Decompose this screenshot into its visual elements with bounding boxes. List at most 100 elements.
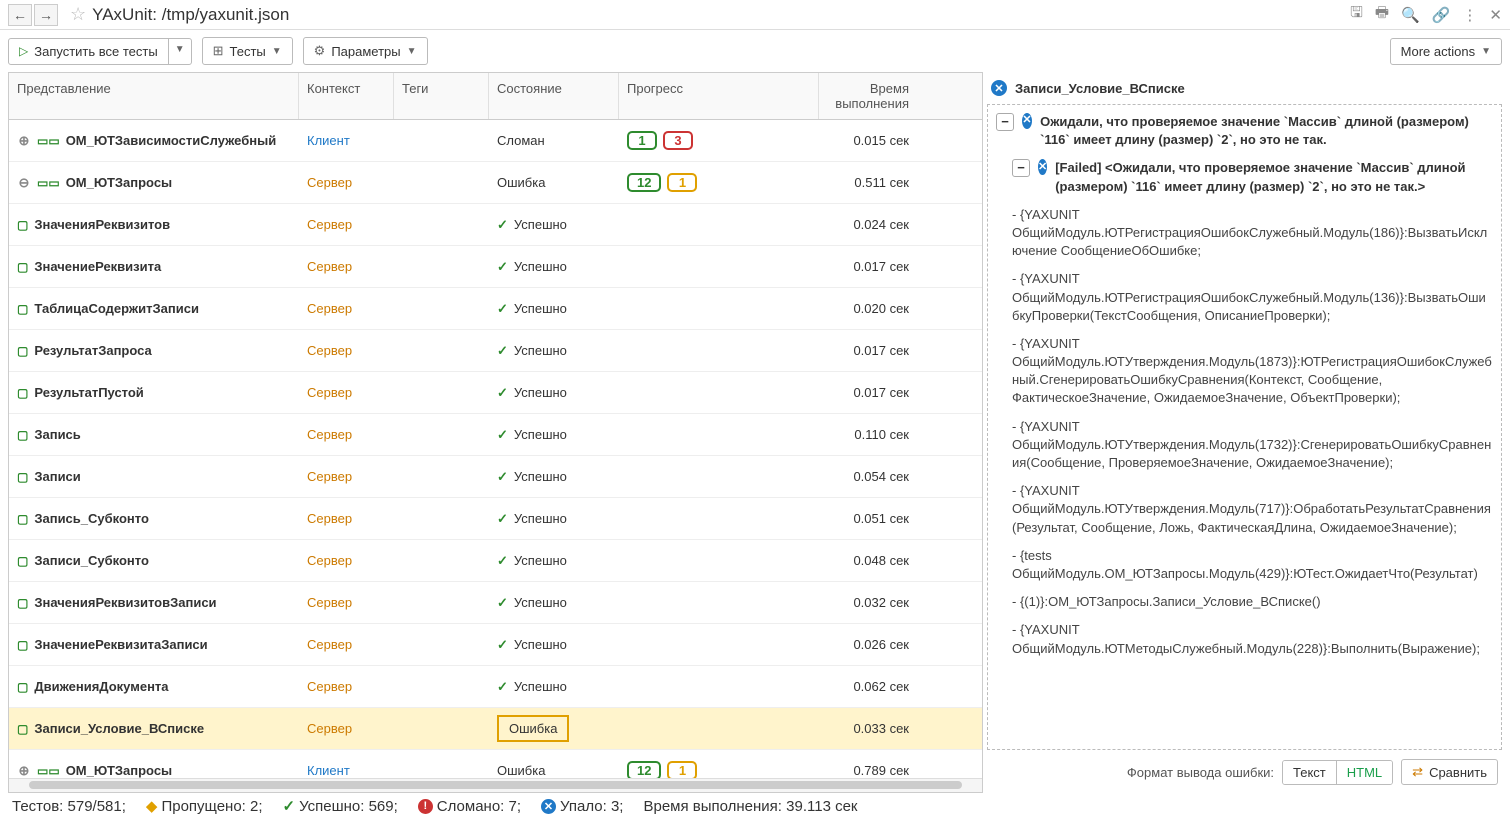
- table-row[interactable]: ▢РезультатПустойСервер✓Успешно0.017 сек: [9, 372, 982, 414]
- more-actions-button[interactable]: More actions ▼: [1391, 39, 1501, 64]
- row-context: Сервер: [299, 721, 394, 736]
- nav-forward-button[interactable]: →: [34, 4, 58, 26]
- params-button[interactable]: ⚙ Параметры ▼: [304, 38, 427, 64]
- check-icon: ✓: [497, 637, 508, 653]
- link-icon[interactable]: 🔗: [1432, 6, 1451, 24]
- expand-icon[interactable]: ⊕: [17, 133, 31, 149]
- detail-title: Записи_Условие_ВСписке: [1015, 81, 1185, 96]
- row-name: ОМ_ЮТЗапросы: [66, 175, 172, 190]
- favorite-icon[interactable]: ☆: [70, 4, 86, 25]
- col-progress[interactable]: Прогресс: [619, 73, 819, 119]
- table-row[interactable]: ▢ЗначенияРеквизитовСервер✓Успешно0.024 с…: [9, 204, 982, 246]
- save-icon[interactable]: 🖫: [1350, 2, 1363, 27]
- col-context[interactable]: Контекст: [299, 73, 394, 119]
- row-context: Сервер: [299, 175, 394, 190]
- table-row[interactable]: ▢ЗначениеРеквизитаЗаписиСервер✓Успешно0.…: [9, 624, 982, 666]
- row-state: ✓Успешно: [489, 637, 619, 653]
- table-body: ⊕▭▭ОМ_ЮТЗависимостиСлужебныйКлиентСломан…: [9, 120, 982, 778]
- play-icon: ▷: [19, 44, 28, 58]
- leaf-icon: ▢: [17, 218, 28, 232]
- row-name: ДвиженияДокумента: [34, 679, 168, 694]
- format-html-button[interactable]: HTML: [1336, 761, 1392, 784]
- row-progress: 121: [619, 761, 819, 778]
- row-state: ✓Успешно: [489, 343, 619, 359]
- row-time: 0.062 сек: [819, 679, 939, 694]
- horizontal-scrollbar[interactable]: [9, 778, 982, 792]
- progress-badge: 1: [667, 761, 697, 778]
- table-row[interactable]: ▢Запись_СубконтоСервер✓Успешно0.051 сек: [9, 498, 982, 540]
- row-name: ТаблицаСодержитЗаписи: [34, 301, 199, 316]
- row-name: РезультатЗапроса: [34, 343, 151, 358]
- row-context: Сервер: [299, 301, 394, 316]
- compare-button[interactable]: ⇄ Сравнить: [1401, 759, 1498, 785]
- tests-group: ⊞ Тесты ▼: [202, 37, 293, 65]
- row-state: ✓Успешно: [489, 469, 619, 485]
- collapse-button[interactable]: −: [1012, 159, 1030, 177]
- collapse-button[interactable]: −: [996, 113, 1014, 131]
- check-icon: ✓: [497, 679, 508, 695]
- print-icon[interactable]: 🖶: [1375, 2, 1389, 27]
- gear-icon: ⚙: [314, 43, 326, 59]
- detail-body: − ✕ Ожидали, что проверяемое значение `М…: [987, 104, 1502, 750]
- table-row[interactable]: ▢Записи_Условие_ВСпискеСерверОшибка0.033…: [9, 708, 982, 750]
- check-icon: ✓: [497, 259, 508, 275]
- run-all-button[interactable]: ▷ Запустить все тесты: [9, 39, 168, 64]
- close-icon[interactable]: ✕: [1489, 6, 1502, 24]
- table-row[interactable]: ⊕▭▭ОМ_ЮТЗапросыКлиентОшибка1210.789 сек: [9, 750, 982, 778]
- nav-back-button[interactable]: ←: [8, 4, 32, 26]
- col-time[interactable]: Время выполнения: [819, 73, 939, 119]
- error-icon: ✕: [1022, 113, 1032, 129]
- status-duration: Время выполнения: 39.113 сек: [643, 798, 857, 815]
- x-icon: ✕: [541, 799, 556, 814]
- row-time: 0.511 сек: [819, 175, 939, 190]
- table-row[interactable]: ▢РезультатЗапросаСервер✓Успешно0.017 сек: [9, 330, 982, 372]
- check-icon: ✓: [497, 217, 508, 233]
- row-context: Сервер: [299, 679, 394, 694]
- run-all-dropdown[interactable]: ▼: [168, 39, 191, 64]
- table-row[interactable]: ⊕▭▭ОМ_ЮТЗависимостиСлужебныйКлиентСломан…: [9, 120, 982, 162]
- row-state: ✓Успешно: [489, 553, 619, 569]
- row-name: Записи: [34, 469, 80, 484]
- table-row[interactable]: ▢ТаблицаСодержитЗаписиСервер✓Успешно0.02…: [9, 288, 982, 330]
- row-time: 0.048 сек: [819, 553, 939, 568]
- progress-badge: 1: [627, 131, 657, 150]
- check-icon: ✓: [497, 427, 508, 443]
- exclamation-icon: !: [418, 799, 433, 814]
- format-text-button[interactable]: Текст: [1283, 761, 1336, 784]
- leaf-icon: ▢: [17, 512, 28, 526]
- table-row[interactable]: ▢ДвиженияДокументаСервер✓Успешно0.062 се…: [9, 666, 982, 708]
- results-table: Представление Контекст Теги Состояние Пр…: [8, 72, 983, 793]
- search-icon[interactable]: 🔍: [1401, 6, 1420, 24]
- main: Представление Контекст Теги Состояние Пр…: [0, 72, 1510, 793]
- table-row[interactable]: ⊖▭▭ОМ_ЮТЗапросыСерверОшибка1210.511 сек: [9, 162, 982, 204]
- table-row[interactable]: ▢ЗаписиСервер✓Успешно0.054 сек: [9, 456, 982, 498]
- progress-badge: 1: [667, 173, 697, 192]
- menu-icon[interactable]: ⋮: [1462, 6, 1477, 24]
- stack-trace: - {YAXUNIT ОбщийМодуль.ЮТРегистрацияОшиб…: [1012, 206, 1493, 658]
- params-group: ⚙ Параметры ▼: [303, 37, 428, 65]
- col-state[interactable]: Состояние: [489, 73, 619, 119]
- row-time: 0.015 сек: [819, 133, 939, 148]
- table-row[interactable]: ▢Записи_СубконтоСервер✓Успешно0.048 сек: [9, 540, 982, 582]
- table-row[interactable]: ▢ЗаписьСервер✓Успешно0.110 сек: [9, 414, 982, 456]
- table-row[interactable]: ▢ЗначенияРеквизитовЗаписиСервер✓Успешно0…: [9, 582, 982, 624]
- col-name[interactable]: Представление: [9, 73, 299, 119]
- row-state: ✓Успешно: [489, 217, 619, 233]
- stack-line: - {YAXUNIT ОбщийМодуль.ЮТУтверждения.Мод…: [1012, 418, 1493, 473]
- expand-icon[interactable]: ⊕: [17, 763, 31, 779]
- check-icon: ✓: [497, 511, 508, 527]
- stack-line: - {YAXUNIT ОбщийМодуль.ЮТРегистрацияОшиб…: [1012, 206, 1493, 261]
- stack-line: - {YAXUNIT ОбщийМодуль.ЮТУтверждения.Мод…: [1012, 482, 1493, 537]
- col-tags[interactable]: Теги: [394, 73, 489, 119]
- tests-button[interactable]: ⊞ Тесты ▼: [203, 38, 292, 64]
- toolbar: ▷ Запустить все тесты ▼ ⊞ Тесты ▼ ⚙ Пара…: [0, 30, 1510, 72]
- group-icon: ▭▭: [37, 176, 60, 190]
- row-context: Сервер: [299, 385, 394, 400]
- error-message: Ожидали, что проверяемое значение `Масси…: [1040, 113, 1493, 149]
- stack-line: - {YAXUNIT ОбщийМодуль.ЮТУтверждения.Мод…: [1012, 335, 1493, 408]
- expand-icon[interactable]: ⊖: [17, 175, 31, 191]
- more-actions-label: More actions: [1401, 44, 1475, 59]
- table-row[interactable]: ▢ЗначениеРеквизитаСервер✓Успешно0.017 се…: [9, 246, 982, 288]
- row-context: Сервер: [299, 637, 394, 652]
- row-time: 0.032 сек: [819, 595, 939, 610]
